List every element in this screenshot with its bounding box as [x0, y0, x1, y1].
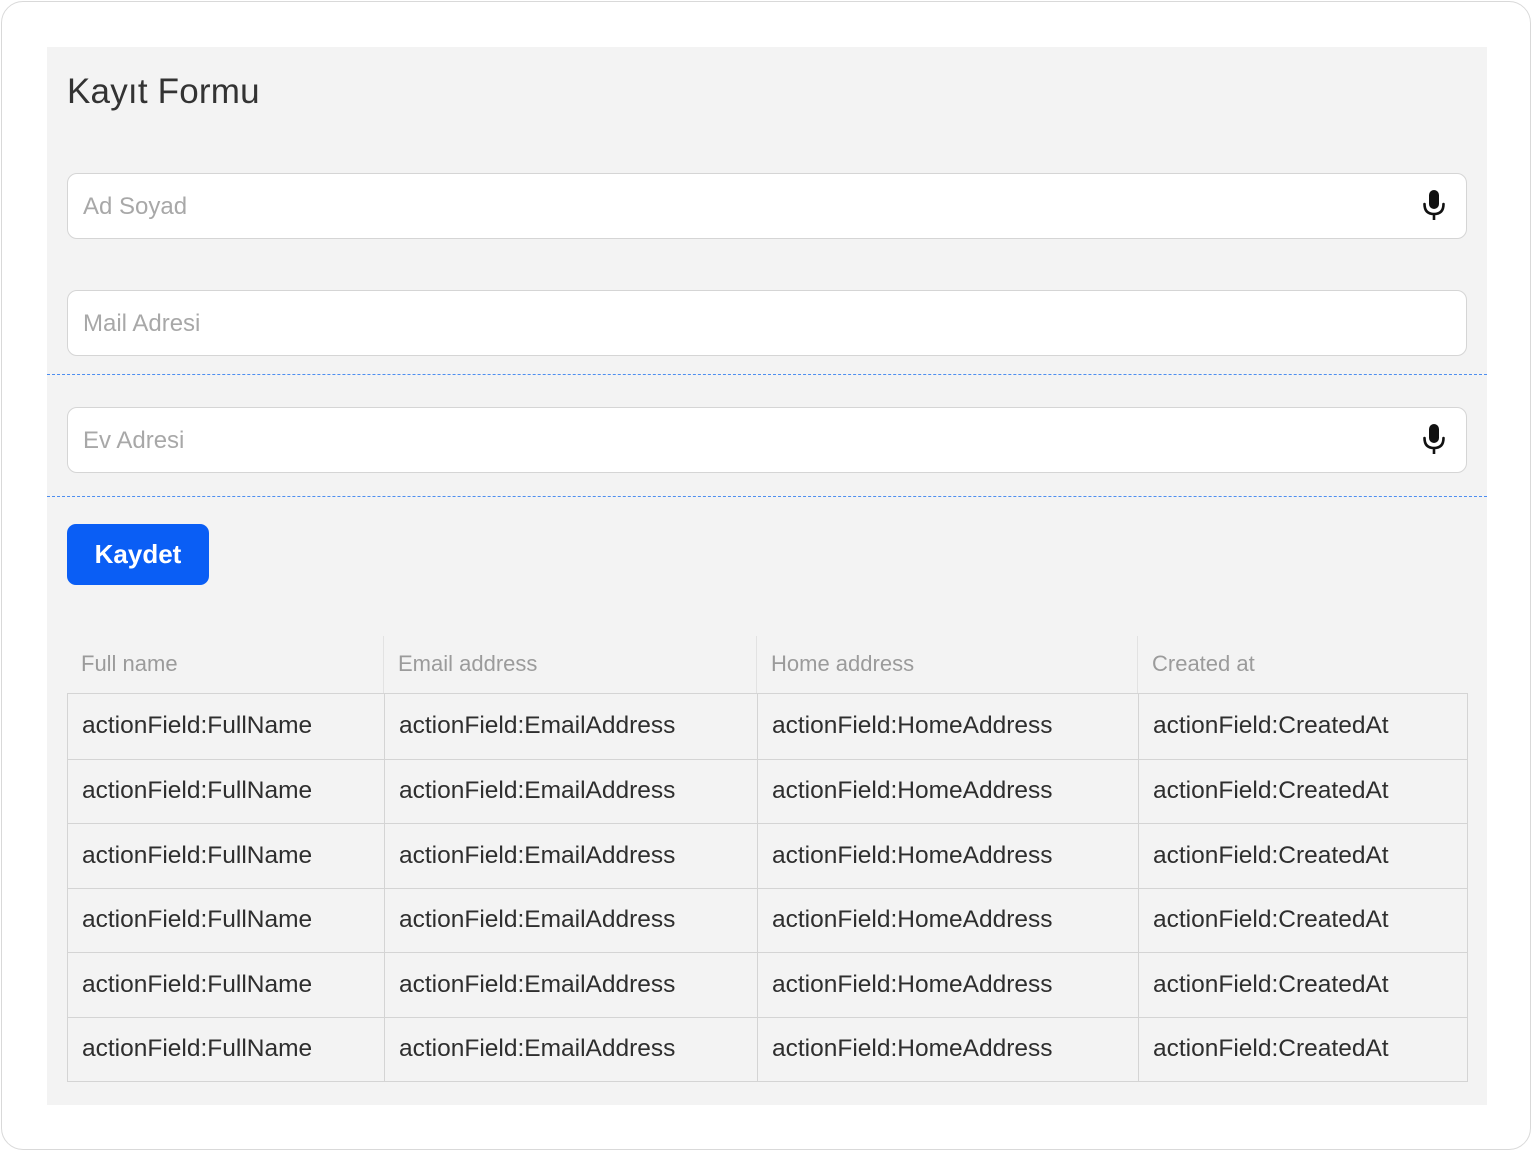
full-name-field[interactable]: [67, 173, 1467, 240]
cell-email-address: actionField:EmailAddress: [384, 694, 757, 759]
email-input[interactable]: [81, 291, 1405, 357]
cell-full-name: actionField:FullName: [82, 841, 313, 869]
column-header-email-address: Email address: [383, 636, 756, 693]
cell-email-address: actionField:EmailAddress: [384, 888, 757, 952]
cell-home-address: actionField:HomeAddress: [757, 953, 1138, 1017]
cell-home-address: actionField:HomeAddress: [757, 888, 1138, 952]
cell-full-name: actionField:FullName: [82, 1035, 313, 1063]
table-row: actionField:FullName actionField:EmailAd…: [68, 694, 1467, 759]
column-header-created-at: Created at: [1137, 636, 1467, 693]
cell-home-address: actionField:HomeAddress: [757, 694, 1138, 759]
cell-email-address: actionField:EmailAddress: [384, 1017, 757, 1081]
cell-full-name: actionField:FullName: [82, 712, 313, 740]
cell-full-name: actionField:FullName: [82, 970, 313, 998]
records-table: actionField:FullName actionField:EmailAd…: [67, 693, 1468, 1082]
cell-home-address: actionField:HomeAddress: [757, 824, 1138, 888]
home-address-input[interactable]: [81, 408, 1405, 474]
cell-email-address: actionField:EmailAddress: [384, 759, 757, 823]
table-row: actionField:FullName actionField:EmailAd…: [68, 758, 1468, 823]
table-row: actionField:FullName actionField:EmailAd…: [68, 952, 1467, 1017]
home-address-field[interactable]: [67, 407, 1467, 474]
save-button[interactable]: Kaydet: [67, 524, 209, 585]
cell-created-at: actionField:CreatedAt: [1138, 824, 1468, 888]
dashed-divider: [47, 496, 1487, 497]
cell-home-address: actionField:HomeAddress: [757, 759, 1138, 823]
cell-created-at: actionField:CreatedAt: [1138, 694, 1468, 759]
cell-full-name: actionField:FullName: [82, 777, 313, 805]
cell-created-at: actionField:CreatedAt: [1138, 953, 1468, 1017]
column-header-full-name: Full name: [81, 651, 178, 676]
full-name-input[interactable]: [81, 174, 1405, 240]
cell-home-address: actionField:HomeAddress: [757, 1017, 1138, 1081]
table-row: actionField:FullName actionField:EmailAd…: [68, 823, 1467, 888]
email-field[interactable]: [67, 290, 1467, 357]
dashed-divider: [47, 374, 1487, 375]
table-row: actionField:FullName actionField:EmailAd…: [68, 887, 1468, 952]
column-header-home-address: Home address: [756, 636, 1137, 693]
cell-created-at: actionField:CreatedAt: [1138, 1017, 1468, 1081]
table-row: actionField:FullName actionField:EmailAd…: [68, 1016, 1468, 1081]
table-header: Full name Email address Home address Cre…: [67, 636, 1467, 693]
cell-created-at: actionField:CreatedAt: [1138, 759, 1468, 823]
microphone-icon[interactable]: [1420, 423, 1448, 457]
microphone-icon[interactable]: [1420, 189, 1448, 223]
cell-full-name: actionField:FullName: [82, 906, 313, 934]
cell-created-at: actionField:CreatedAt: [1138, 888, 1468, 952]
cell-email-address: actionField:EmailAddress: [384, 953, 757, 1017]
cell-email-address: actionField:EmailAddress: [384, 824, 757, 888]
page-title: Kayıt Formu: [67, 72, 260, 111]
